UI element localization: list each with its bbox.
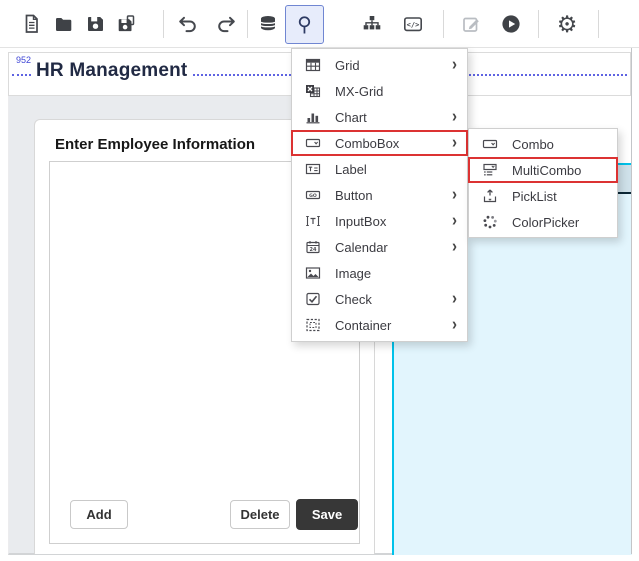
button-icon: GO [304, 187, 322, 203]
image-icon [304, 265, 322, 281]
canvas-right-border [631, 48, 632, 554]
submenu-item-multicombo[interactable]: MultiCombo [469, 157, 617, 183]
hammer-wrench-icon: ⚲ [297, 15, 312, 35]
data-source-icon[interactable] [257, 13, 279, 35]
add-button[interactable]: Add [70, 500, 128, 529]
redo-icon[interactable] [215, 13, 237, 35]
toolbar-separator [598, 10, 599, 38]
combobox-submenu: Combo MultiCombo PickList ColorPicker [468, 128, 618, 238]
menu-item-label: Image [335, 266, 371, 281]
label-icon [304, 161, 322, 177]
menu-item-label: PickList [512, 189, 557, 204]
submenu-chevron-icon [452, 238, 457, 256]
menu-item-inputbox[interactable]: InputBox [292, 208, 467, 234]
submenu-chevron-icon [452, 316, 457, 334]
menu-item-label: MX-Grid [335, 84, 383, 99]
save-icon[interactable] [84, 13, 106, 35]
widget-menu: Grid MX-Grid Chart ComboBox Label GO But… [291, 48, 468, 342]
save-all-icon[interactable] [115, 13, 137, 35]
open-folder-icon[interactable] [53, 13, 75, 35]
form-panel-title: Enter Employee Information [55, 136, 255, 153]
save-button[interactable]: Save [296, 499, 358, 530]
combo-icon [481, 136, 499, 152]
check-icon [304, 291, 322, 307]
submenu-chevron-icon [452, 290, 457, 308]
menu-item-label: Chart [335, 110, 367, 125]
menu-item-label-widget[interactable]: Label [292, 156, 467, 182]
widget-tools-button[interactable]: ⚲ [285, 5, 324, 44]
menu-item-container[interactable]: Container [292, 312, 467, 338]
page-title[interactable]: HR Management [32, 60, 191, 82]
menu-item-label: Check [335, 292, 372, 307]
menu-item-calendar[interactable]: 24 Calendar [292, 234, 467, 260]
svg-text:24: 24 [310, 247, 317, 253]
run-icon[interactable] [500, 13, 522, 35]
undo-icon[interactable] [177, 13, 199, 35]
colorpicker-icon [481, 214, 499, 230]
submenu-item-combo[interactable]: Combo [469, 131, 617, 157]
toolbar-separator [163, 10, 164, 38]
toolbar-separator [538, 10, 539, 38]
new-document-icon[interactable] [20, 13, 42, 35]
element-id-badge: 952 [15, 55, 32, 65]
toolbar-separator [247, 10, 248, 38]
calendar-icon: 24 [304, 239, 322, 255]
menu-item-label: ColorPicker [512, 215, 579, 230]
submenu-chevron-icon [452, 108, 457, 126]
settings-gear-icon[interactable]: ⚙ [556, 13, 578, 35]
menu-item-label: Calendar [335, 240, 388, 255]
submenu-item-picklist[interactable]: PickList [469, 183, 617, 209]
mx-grid-icon [304, 83, 322, 99]
menu-item-image[interactable]: Image [292, 260, 467, 286]
menu-item-label: MultiCombo [512, 163, 581, 178]
multicombo-icon [481, 162, 499, 178]
picklist-icon [481, 188, 499, 204]
menu-item-label: Button [335, 188, 373, 203]
sitemap-icon[interactable] [361, 13, 383, 35]
chart-icon [304, 109, 322, 125]
submenu-chevron-icon [452, 212, 457, 230]
menu-item-label: Combo [512, 137, 554, 152]
edit-icon [460, 13, 482, 35]
svg-text:GO: GO [309, 193, 317, 199]
menu-item-chart[interactable]: Chart [292, 104, 467, 130]
menu-item-grid[interactable]: Grid [292, 52, 467, 78]
menu-item-check[interactable]: Check [292, 286, 467, 312]
submenu-item-colorpicker[interactable]: ColorPicker [469, 209, 617, 235]
menu-item-label: Label [335, 162, 367, 177]
menu-item-label: Grid [335, 58, 360, 73]
submenu-chevron-icon [452, 186, 457, 204]
container-icon [304, 317, 322, 333]
submenu-chevron-icon [452, 134, 457, 152]
submenu-chevron-icon [452, 56, 457, 74]
menu-item-mx-grid[interactable]: MX-Grid [292, 78, 467, 104]
toolbar-separator [443, 10, 444, 38]
menu-item-label: InputBox [335, 214, 386, 229]
grid-icon [304, 57, 322, 73]
toolbar: ⚲ </> ⚙ [0, 0, 639, 48]
delete-button[interactable]: Delete [230, 500, 290, 529]
svg-text:</>: </> [407, 21, 420, 29]
combobox-icon [304, 135, 322, 151]
menu-item-button[interactable]: GO Button [292, 182, 467, 208]
inputbox-icon [304, 213, 322, 229]
source-code-icon[interactable]: </> [402, 13, 424, 35]
menu-item-label: Container [335, 318, 391, 333]
menu-item-combobox[interactable]: ComboBox [292, 130, 467, 156]
menu-item-label: ComboBox [335, 136, 399, 151]
